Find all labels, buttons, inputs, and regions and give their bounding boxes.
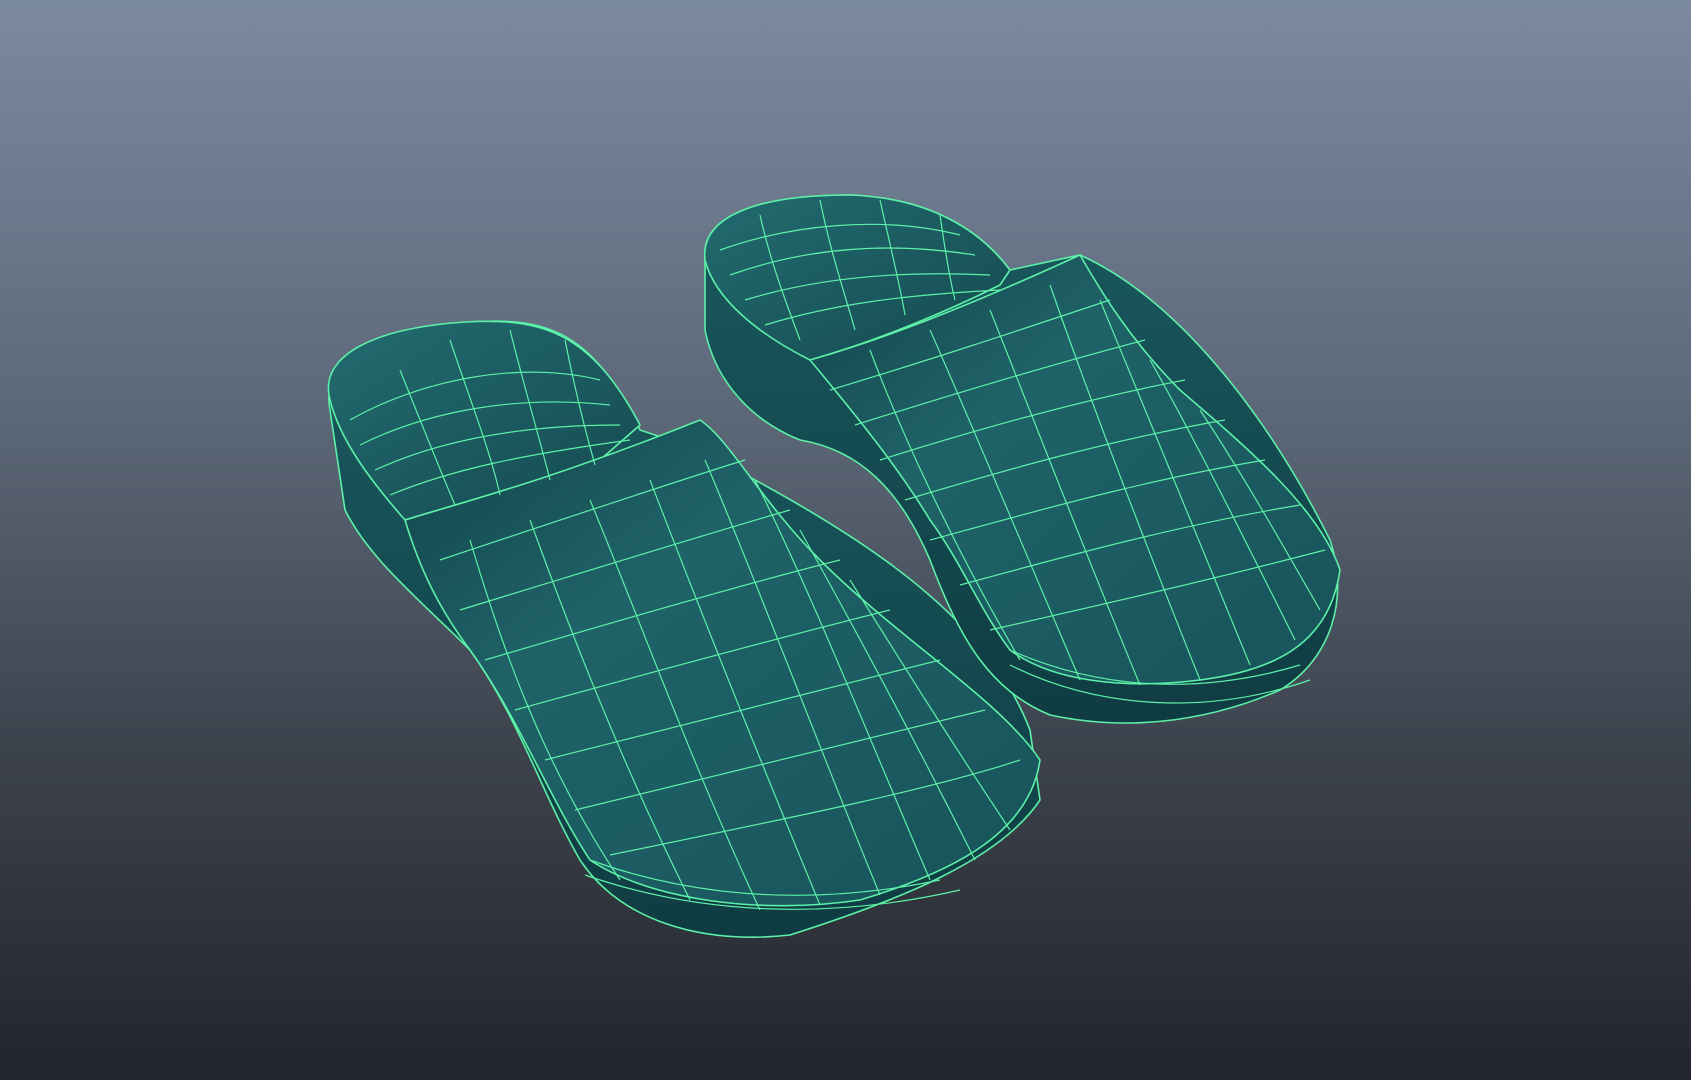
- 3d-viewport[interactable]: [0, 0, 1691, 1080]
- viewport-canvas[interactable]: [0, 0, 1691, 1080]
